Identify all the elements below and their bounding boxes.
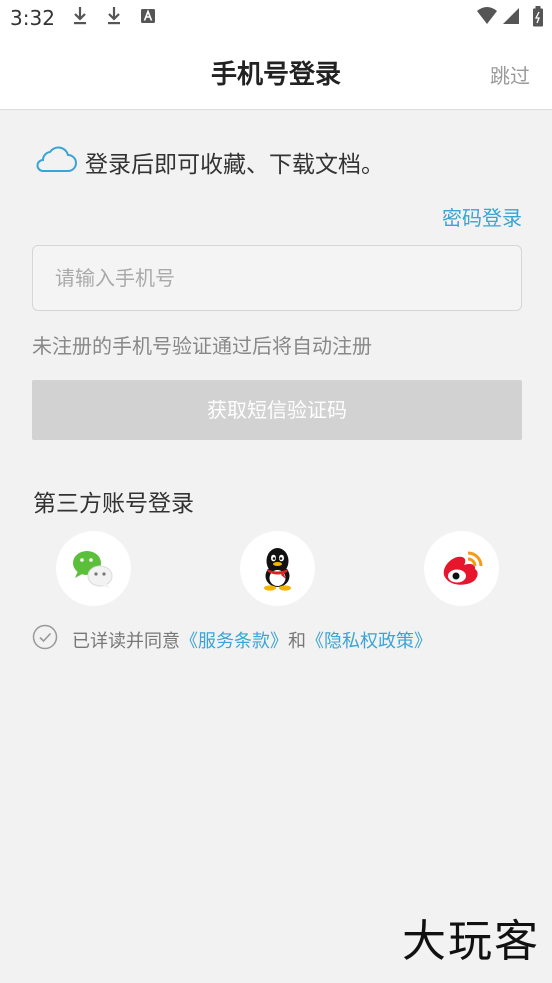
third-party-login-title: 第三方账号登录: [33, 491, 194, 517]
watermark-logo: 大玩客: [402, 916, 540, 967]
password-login-link[interactable]: 密码登录: [442, 202, 522, 231]
weibo-login-button[interactable]: [424, 531, 499, 606]
app-notification-icon: [141, 9, 155, 23]
cloud-icon: [36, 146, 77, 172]
wifi-icon: [477, 7, 497, 24]
wechat-login-button[interactable]: [56, 531, 131, 606]
status-bar: 3:32: [0, 0, 552, 34]
signal-icon: [503, 8, 519, 24]
qq-login-button[interactable]: [240, 531, 315, 606]
notice-text: 登录后即可收藏、下载文档。: [85, 152, 384, 178]
qq-icon: [264, 548, 291, 591]
terms-of-service-link[interactable]: 《服务条款》: [180, 631, 288, 652]
agreement-prefix: 已详读并同意: [72, 631, 180, 652]
page-title: 手机号登录: [210, 60, 341, 90]
agreement-checkbox[interactable]: [32, 624, 58, 650]
download-icon: [74, 7, 86, 25]
download-icon: [108, 7, 120, 25]
agreement-and: 和: [288, 631, 306, 652]
auto-register-hint: 未注册的手机号验证通过后将自动注册: [32, 334, 372, 358]
agreement-text: 已详读并同意《服务条款》和《隐私权政策》: [72, 627, 432, 653]
status-time: 3:32: [10, 6, 55, 30]
skip-button[interactable]: 跳过: [490, 60, 530, 89]
login-notice: 登录后即可收藏、下载文档。: [33, 143, 384, 178]
phone-input[interactable]: [32, 245, 522, 311]
wechat-icon: [73, 551, 113, 589]
weibo-icon: [443, 551, 483, 585]
get-sms-code-button[interactable]: 获取短信验证码: [32, 380, 522, 440]
privacy-policy-link[interactable]: 《隐私权政策》: [306, 631, 432, 652]
app-header: 手机号登录 跳过: [0, 34, 552, 110]
battery-icon: [533, 6, 543, 27]
